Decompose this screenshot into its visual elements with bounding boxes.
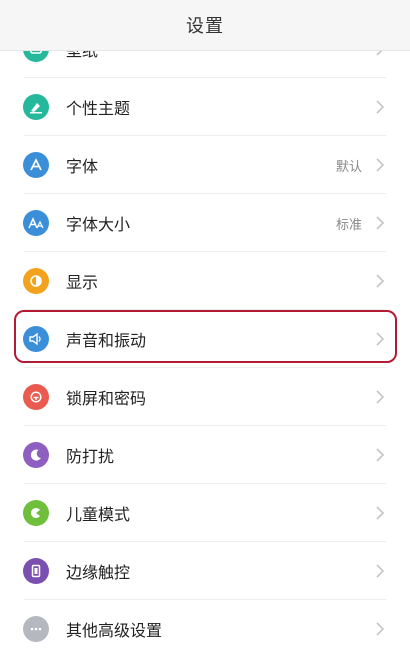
font-size-icon [23, 210, 49, 236]
settings-item-kids-mode[interactable]: 儿童模式 [0, 484, 410, 542]
chevron-right-icon [376, 622, 385, 636]
display-brightness-icon [23, 268, 49, 294]
settings-item-label: 其他高级设置 [66, 621, 163, 640]
settings-item-value: 标准 [335, 217, 362, 233]
theme-brush-icon [23, 94, 49, 120]
chevron-right-icon [376, 332, 385, 346]
chevron-right-icon [376, 100, 385, 114]
lock-icon [23, 384, 49, 410]
settings-item-do-not-disturb[interactable]: 防打扰 [0, 426, 410, 484]
chevron-right-icon [376, 506, 385, 520]
settings-item-label: 字体 [66, 157, 99, 176]
chevron-right-icon [376, 274, 385, 288]
settings-item-value: 默认 [335, 159, 362, 175]
chevron-right-icon [376, 564, 385, 578]
more-icon [23, 616, 49, 642]
app-header: 设置 [0, 0, 410, 51]
speaker-icon [23, 326, 49, 352]
settings-item-theme[interactable]: 个性主题 [0, 78, 410, 136]
settings-item-lock-screen[interactable]: 锁屏和密码 [0, 368, 410, 426]
chevron-right-icon [376, 158, 385, 172]
chevron-right-icon [376, 216, 385, 230]
settings-item-font[interactable]: 字体 默认 [0, 136, 410, 194]
settings-item-display[interactable]: 显示 [0, 252, 410, 310]
settings-item-label: 个性主题 [66, 99, 131, 118]
settings-item-sound-vibration[interactable]: 声音和振动 [0, 310, 410, 368]
settings-list: 壁纸 个性主题 字体 默认 [0, 20, 410, 650]
settings-item-label: 字体大小 [66, 215, 131, 234]
settings-item-label: 防打扰 [66, 447, 115, 466]
settings-item-label: 儿童模式 [66, 505, 131, 524]
settings-item-label: 显示 [66, 273, 99, 292]
settings-item-edge-touch[interactable]: 边缘触控 [0, 542, 410, 600]
settings-item-font-size[interactable]: 字体大小 标准 [0, 194, 410, 252]
settings-item-advanced[interactable]: 其他高级设置 [0, 600, 410, 650]
font-icon [23, 152, 49, 178]
child-mode-icon [23, 500, 49, 526]
settings-screen: 壁纸 个性主题 字体 默认 [0, 0, 410, 650]
settings-item-label: 边缘触控 [66, 563, 131, 582]
moon-icon [23, 442, 49, 468]
chevron-right-icon [376, 448, 385, 462]
chevron-right-icon [376, 390, 385, 404]
settings-item-label: 声音和振动 [66, 331, 147, 350]
page-title: 设置 [186, 16, 224, 37]
edge-touch-icon [23, 558, 49, 584]
settings-item-label: 锁屏和密码 [66, 389, 147, 408]
